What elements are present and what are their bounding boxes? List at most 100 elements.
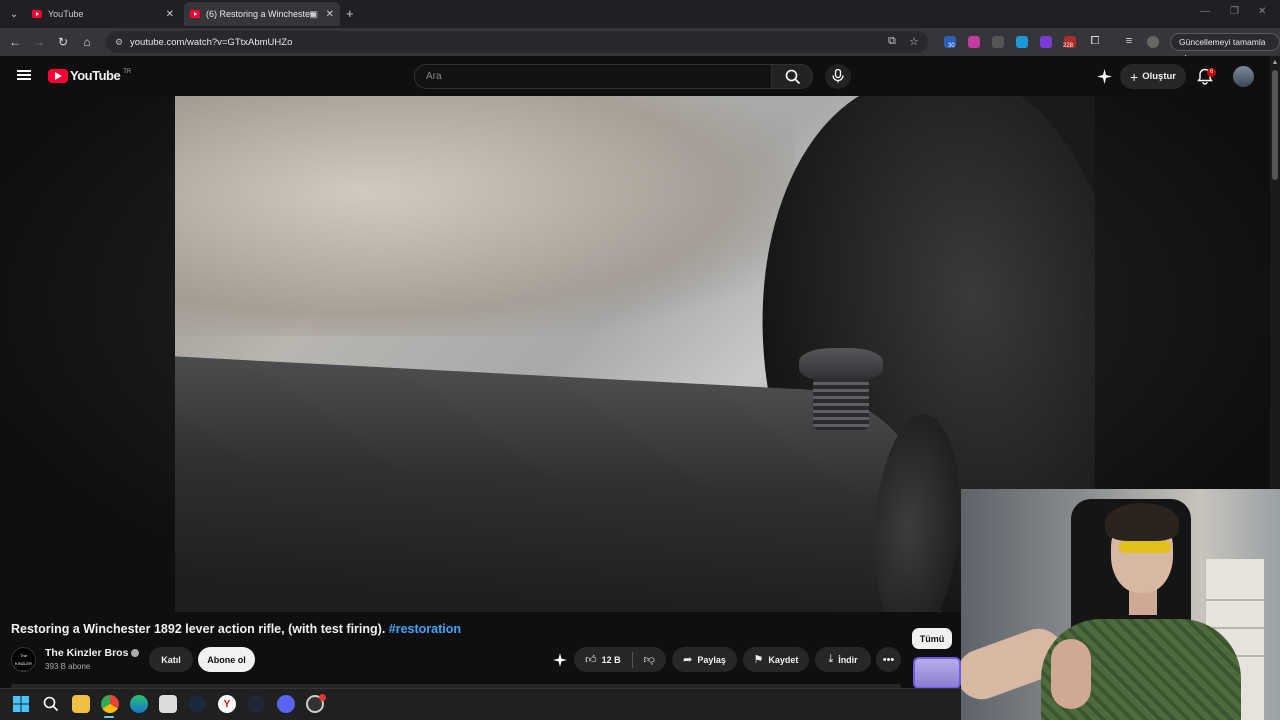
- save-button[interactable]: ⚑ Kaydet: [743, 647, 809, 672]
- share-button[interactable]: ➦ Paylaş: [672, 647, 737, 672]
- scrollbar-thumb[interactable]: [1272, 70, 1278, 180]
- microphone-icon: [832, 69, 844, 83]
- gemini-sparkle-icon[interactable]: [1097, 69, 1112, 84]
- chrome-icon[interactable]: [101, 695, 119, 713]
- file-explorer-icon[interactable]: [72, 695, 90, 713]
- bookmark-star-icon[interactable]: ☆: [909, 35, 919, 48]
- extensions-puzzle-icon[interactable]: ⧠: [1088, 35, 1102, 48]
- filter-chip-all[interactable]: Tümü: [912, 628, 952, 649]
- close-icon[interactable]: ✕: [166, 9, 174, 20]
- extension-badge: 228: [1063, 43, 1074, 49]
- search-button[interactable]: [771, 64, 813, 89]
- download-button[interactable]: ⤓ İndir: [815, 647, 871, 672]
- minimize-icon[interactable]: —: [1200, 6, 1210, 17]
- country-code: TR: [123, 68, 132, 75]
- channel-name[interactable]: The Kinzler Bros: [45, 647, 140, 659]
- reload-icon[interactable]: ↻: [56, 35, 70, 49]
- divider: [631, 651, 633, 668]
- new-tab-button[interactable]: +: [346, 6, 354, 21]
- media-icon[interactable]: ▣: [309, 9, 318, 20]
- like-icon[interactable]: 👍︎: [585, 653, 597, 666]
- extension-icon[interactable]: [1040, 36, 1052, 48]
- download-label: İndir: [838, 654, 858, 665]
- tab-youtube[interactable]: YouTube ✕: [26, 2, 180, 26]
- subscriber-count: 393 B abone: [45, 662, 91, 671]
- youtube-favicon-icon: [32, 10, 42, 18]
- like-count[interactable]: 12 B: [602, 655, 621, 665]
- tab-title: YouTube: [48, 9, 84, 19]
- webcam-arm: [1051, 639, 1091, 709]
- video-player[interactable]: [175, 96, 1095, 612]
- save-label: Kaydet: [768, 654, 799, 665]
- webcam-person-hair: [1105, 503, 1179, 541]
- share-label: Paylaş: [697, 654, 726, 665]
- tab-restoring[interactable]: (6) Restoring a Winchester ▣ ✕: [184, 2, 340, 26]
- search-box[interactable]: [414, 64, 772, 89]
- site-info-icon[interactable]: ⚙: [112, 37, 126, 48]
- channel-avatar[interactable]: The KINZLER BROS: [11, 647, 36, 672]
- cast-icon[interactable]: ⧉: [888, 35, 896, 48]
- steam-icon-2[interactable]: [247, 695, 265, 713]
- webcam-overlay: [961, 489, 1280, 720]
- scroll-up-icon[interactable]: [1273, 60, 1277, 64]
- windows-icon[interactable]: [13, 696, 29, 712]
- active-app-indicator: [104, 716, 114, 718]
- menu-icon[interactable]: [17, 70, 31, 80]
- store-icon[interactable]: [159, 695, 177, 713]
- video-frame-screw-thread: [813, 378, 869, 430]
- edge-icon[interactable]: [130, 695, 148, 713]
- create-button[interactable]: + Oluştur: [1120, 64, 1186, 89]
- channel-logo-text: The KINZLER BROS: [15, 653, 32, 672]
- bookmark-icon: ⚑: [753, 654, 764, 666]
- join-button[interactable]: Katıl: [149, 647, 193, 672]
- close-icon[interactable]: ✕: [326, 9, 334, 20]
- forward-icon[interactable]: →: [32, 35, 46, 49]
- tab-search-button[interactable]: ⌄: [2, 2, 26, 26]
- youtube-favicon-icon: [190, 10, 200, 18]
- home-icon[interactable]: ⌂: [80, 35, 94, 49]
- profile-avatar[interactable]: [1147, 36, 1159, 48]
- video-title-text: Restoring a Winchester 1892 lever action…: [11, 622, 386, 636]
- more-horizontal-icon: •••: [882, 653, 895, 666]
- download-icon: ⤓: [828, 653, 834, 665]
- search-icon[interactable]: [43, 696, 59, 712]
- back-icon[interactable]: ←: [8, 35, 22, 49]
- create-label: Oluştur: [1142, 71, 1176, 82]
- search-input[interactable]: [426, 71, 746, 82]
- webcam-person-glasses: [1119, 541, 1171, 553]
- subscribe-button[interactable]: Abone ol: [198, 647, 255, 672]
- gemini-sparkle-icon[interactable]: [553, 653, 567, 667]
- yandex-icon[interactable]: Y: [218, 695, 236, 713]
- channel-name-text[interactable]: The Kinzler Bros: [45, 647, 128, 659]
- browser-tab-strip: ⌄ YouTube ✕ (6) Restoring a Winchester ▣…: [0, 0, 1280, 28]
- steam-icon[interactable]: [188, 695, 206, 713]
- hashtag-link[interactable]: #restoration: [389, 622, 461, 636]
- avatar[interactable]: [1233, 66, 1254, 87]
- like-dislike-group: 👍︎ 12 B 👎︎: [574, 647, 666, 672]
- address-bar[interactable]: ⚙ youtube.com/watch?v=GTtxAbmUHZo ⧉ ☆: [106, 31, 928, 53]
- tab-title: (6) Restoring a Winchester: [206, 9, 314, 19]
- extension-badge: 30: [948, 43, 955, 49]
- extension-icon[interactable]: [1016, 36, 1028, 48]
- browser-toolbar: ← → ↻ ⌂ ⚙ youtube.com/watch?v=GTtxAbmUHZ…: [0, 28, 1280, 56]
- voice-search-button[interactable]: [825, 64, 851, 89]
- video-frame-background: [175, 96, 795, 336]
- youtube-play-icon: [48, 68, 68, 83]
- logo-text: YouTube: [70, 68, 121, 83]
- window-close-icon[interactable]: ✕: [1258, 6, 1266, 17]
- search-icon: [785, 69, 801, 85]
- url-text[interactable]: youtube.com/watch?v=GTtxAbmUHZo: [130, 37, 292, 48]
- extension-icon[interactable]: [992, 36, 1004, 48]
- recommended-video-thumbnail[interactable]: [913, 657, 961, 689]
- youtube-logo[interactable]: YouTube TR: [48, 68, 131, 83]
- video-title: Restoring a Winchester 1892 lever action…: [11, 622, 461, 636]
- verified-icon: [131, 649, 140, 658]
- media-controls-icon[interactable]: ≡: [1122, 35, 1136, 47]
- maximize-icon[interactable]: ❐: [1230, 6, 1239, 17]
- update-button[interactable]: Güncellemeyi tamamla ⋮: [1170, 33, 1280, 63]
- more-actions-button[interactable]: •••: [876, 647, 901, 672]
- video-frame-screw-head: [799, 348, 883, 382]
- dislike-icon[interactable]: 👎︎: [644, 653, 655, 666]
- extension-icon[interactable]: [968, 36, 980, 48]
- discord-icon[interactable]: [277, 695, 295, 713]
